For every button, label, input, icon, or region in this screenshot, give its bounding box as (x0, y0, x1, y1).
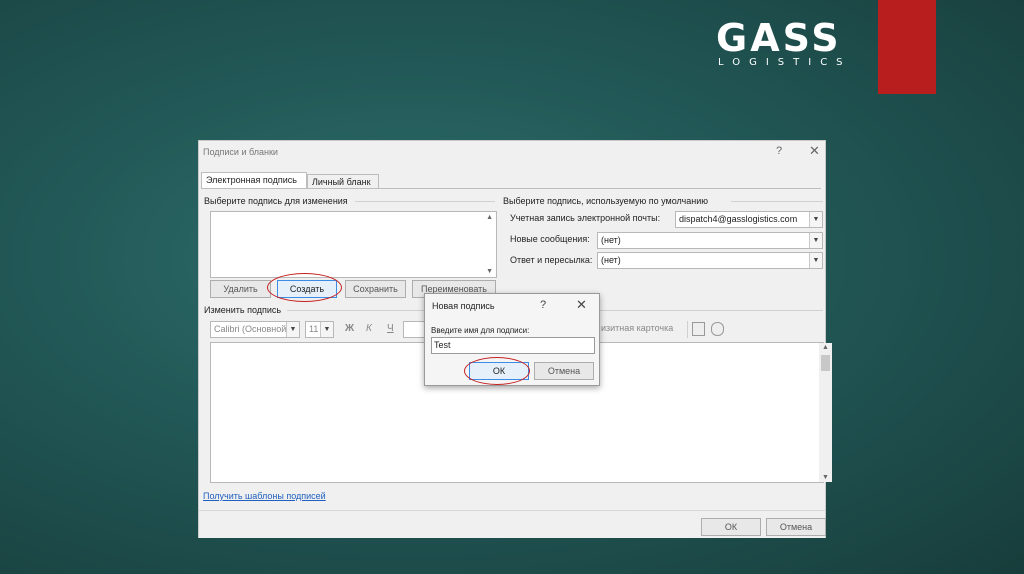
new-messages-select[interactable]: (нет) ▼ (597, 232, 823, 249)
email-account-select[interactable]: dispatch4@gasslogistics.com ▼ (675, 211, 823, 228)
section-divider (355, 201, 495, 202)
scroll-thumb[interactable] (821, 355, 830, 371)
save-button[interactable]: Сохранить (345, 280, 406, 298)
font-size-value: 11 (309, 324, 319, 334)
tab-divider (201, 188, 821, 189)
edit-signature-heading: Изменить подпись (204, 305, 282, 315)
close-icon[interactable]: ✕ (809, 143, 820, 159)
business-card-button[interactable]: изитная карточка (601, 323, 673, 333)
chevron-down-icon[interactable]: ▼ (320, 322, 333, 337)
modal-cancel-button[interactable]: Отмена (534, 362, 594, 380)
scroll-down-icon[interactable]: ▼ (486, 268, 493, 275)
tab-email-signature[interactable]: Электронная подпись (201, 172, 307, 189)
signature-name-input[interactable]: Test (431, 337, 595, 354)
new-signature-dialog: Новая подпись ? ✕ Введите имя для подпис… (424, 293, 600, 386)
signature-list[interactable]: ▲ ▼ (210, 211, 497, 278)
cancel-button[interactable]: Отмена (766, 518, 826, 536)
bold-button[interactable]: Ж (345, 323, 354, 334)
delete-button[interactable]: Удалить (210, 280, 271, 298)
dialog-title: Подписи и бланки (203, 147, 278, 157)
brand-bar (878, 0, 936, 94)
font-select[interactable]: Calibri (Основной ▼ (210, 321, 300, 338)
scroll-down-icon[interactable]: ▼ (822, 474, 829, 481)
chevron-down-icon[interactable]: ▼ (809, 233, 822, 248)
chevron-down-icon[interactable]: ▼ (286, 322, 299, 337)
dialog-footer: ОК Отмена (199, 510, 826, 538)
scroll-up-icon[interactable]: ▲ (822, 344, 829, 351)
reply-forward-label: Ответ и пересылка: (510, 255, 593, 265)
toolbar-separator (687, 321, 688, 338)
scroll-up-icon[interactable]: ▲ (486, 214, 493, 221)
reply-forward-value: (нет) (601, 255, 621, 265)
highlight-ring (464, 357, 530, 385)
insert-link-icon[interactable] (711, 322, 724, 336)
insert-picture-icon[interactable] (692, 322, 705, 336)
help-icon[interactable]: ? (776, 145, 782, 157)
signature-name-label: Введите имя для подписи: (431, 326, 530, 335)
italic-button[interactable]: К (366, 323, 372, 334)
get-templates-link[interactable]: Получить шаблоны подписей (203, 491, 326, 501)
help-icon[interactable]: ? (540, 299, 546, 311)
chevron-down-icon[interactable]: ▼ (809, 212, 822, 227)
logo-subtitle: LOGISTICS (718, 57, 852, 68)
reply-forward-select[interactable]: (нет) ▼ (597, 252, 823, 269)
new-messages-label: Новые сообщения: (510, 234, 590, 244)
new-messages-value: (нет) (601, 235, 621, 245)
chevron-down-icon[interactable]: ▼ (809, 253, 822, 268)
tab-personal-stationery[interactable]: Личный бланк (307, 174, 379, 189)
email-account-value: dispatch4@gasslogistics.com (679, 214, 798, 224)
select-signature-heading: Выберите подпись для изменения (204, 196, 348, 206)
font-value: Calibri (Основной (214, 324, 287, 334)
default-signature-heading: Выберите подпись, используемую по умолча… (503, 196, 709, 206)
section-divider (731, 201, 823, 202)
modal-title: Новая подпись (432, 301, 495, 311)
email-account-label: Учетная запись электронной почты: (510, 213, 661, 223)
close-icon[interactable]: ✕ (576, 297, 587, 313)
logo-wordmark: GASS (716, 16, 842, 60)
highlight-ring (267, 273, 342, 302)
underline-button[interactable]: Ч (387, 323, 394, 334)
font-size-select[interactable]: 11 ▼ (305, 321, 334, 338)
editor-scrollbar[interactable]: ▲ ▼ (819, 343, 832, 482)
ok-button[interactable]: ОК (701, 518, 761, 536)
